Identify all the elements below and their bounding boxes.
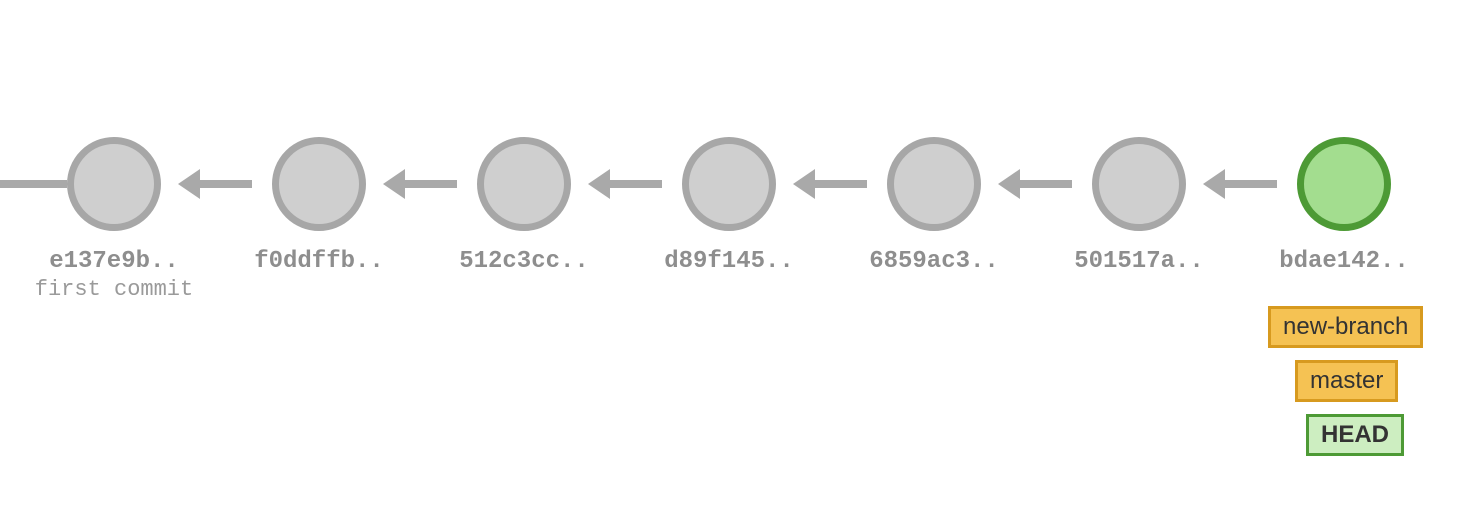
- commit-node: [477, 137, 571, 231]
- parent-arrow: [809, 180, 867, 188]
- hash-text: f0ddffb..: [254, 248, 384, 275]
- commit-hash: 6859ac3..: [834, 248, 1034, 275]
- hash-text: 6859ac3..: [869, 248, 999, 275]
- commit-hash: f0ddffb..: [219, 248, 419, 275]
- hash-text: d89f145..: [664, 248, 794, 275]
- hash-text: bdae142..: [1279, 248, 1409, 275]
- commit-node: [67, 137, 161, 231]
- branch-tag-master: master: [1295, 360, 1398, 402]
- hash-text: e137e9b..: [49, 248, 179, 275]
- commit-hash: bdae142..: [1244, 248, 1444, 275]
- parent-arrow: [399, 180, 457, 188]
- commit-node: [682, 137, 776, 231]
- tag-label: HEAD: [1321, 421, 1389, 448]
- head-tag: HEAD: [1306, 414, 1404, 456]
- parent-arrow: [604, 180, 662, 188]
- commit-hash: 501517a..: [1039, 248, 1239, 275]
- commit-hash: d89f145..: [629, 248, 829, 275]
- edge-line: [0, 180, 67, 188]
- commit-hash: e137e9b.. first commit: [14, 248, 214, 302]
- commit-node: [887, 137, 981, 231]
- parent-arrow: [1219, 180, 1277, 188]
- commit-hash: 512c3cc..: [424, 248, 624, 275]
- tag-label: master: [1310, 367, 1383, 394]
- hash-text: 501517a..: [1074, 248, 1204, 275]
- git-graph: e137e9b.. first commit f0ddffb.. 512c3cc…: [0, 0, 1481, 517]
- parent-arrow: [194, 180, 252, 188]
- parent-arrow: [1014, 180, 1072, 188]
- branch-tag-new-branch: new-branch: [1268, 306, 1423, 348]
- commit-node: [1092, 137, 1186, 231]
- commit-node: [272, 137, 366, 231]
- hash-text: 512c3cc..: [459, 248, 589, 275]
- commit-message: first commit: [14, 277, 214, 302]
- tag-label: new-branch: [1283, 313, 1408, 340]
- commit-node-head: [1297, 137, 1391, 231]
